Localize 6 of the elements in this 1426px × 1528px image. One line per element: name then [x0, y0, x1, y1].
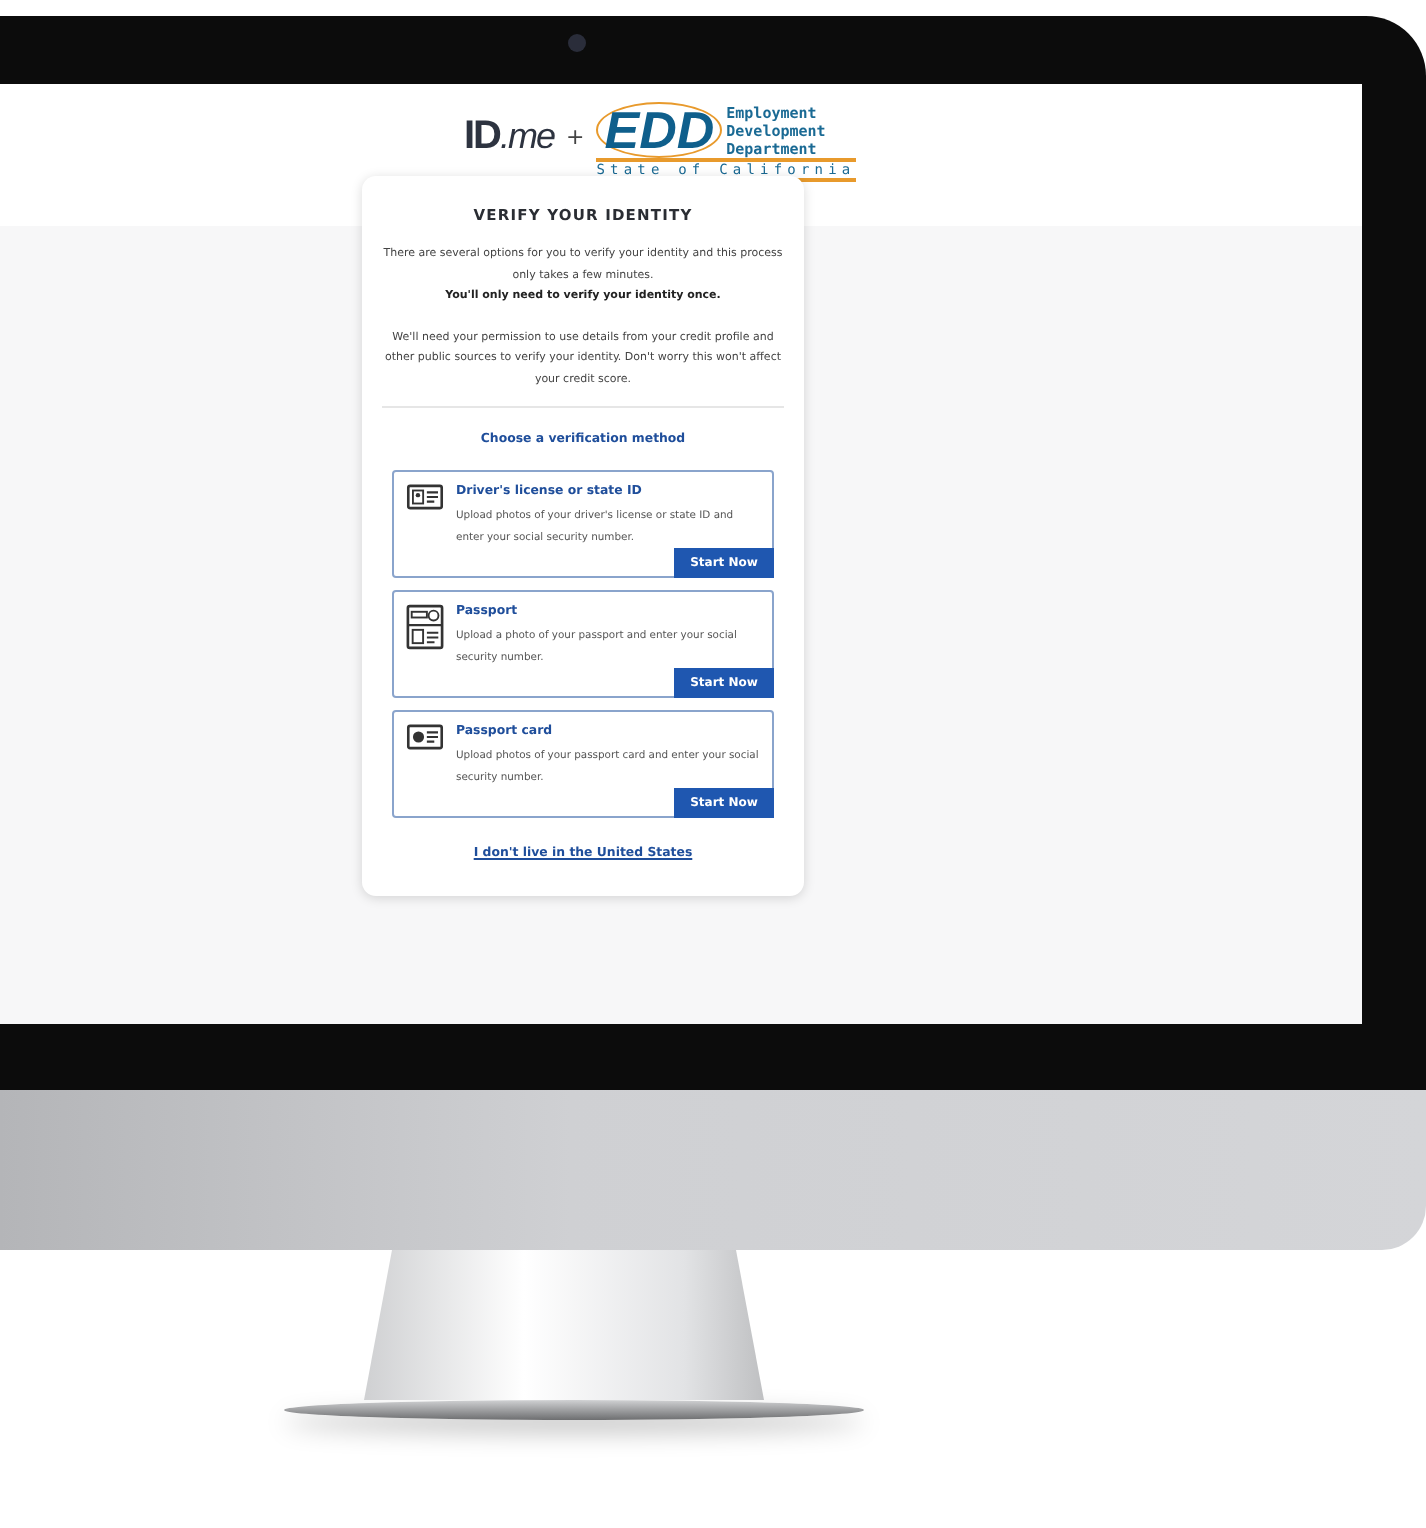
plus-sign: +: [566, 124, 585, 150]
passport-card-icon: [406, 724, 444, 750]
id-card-icon: [406, 484, 444, 510]
camera-icon: [568, 34, 586, 52]
passport-icon: [406, 604, 444, 650]
idme-logo: ID.me: [464, 114, 555, 160]
